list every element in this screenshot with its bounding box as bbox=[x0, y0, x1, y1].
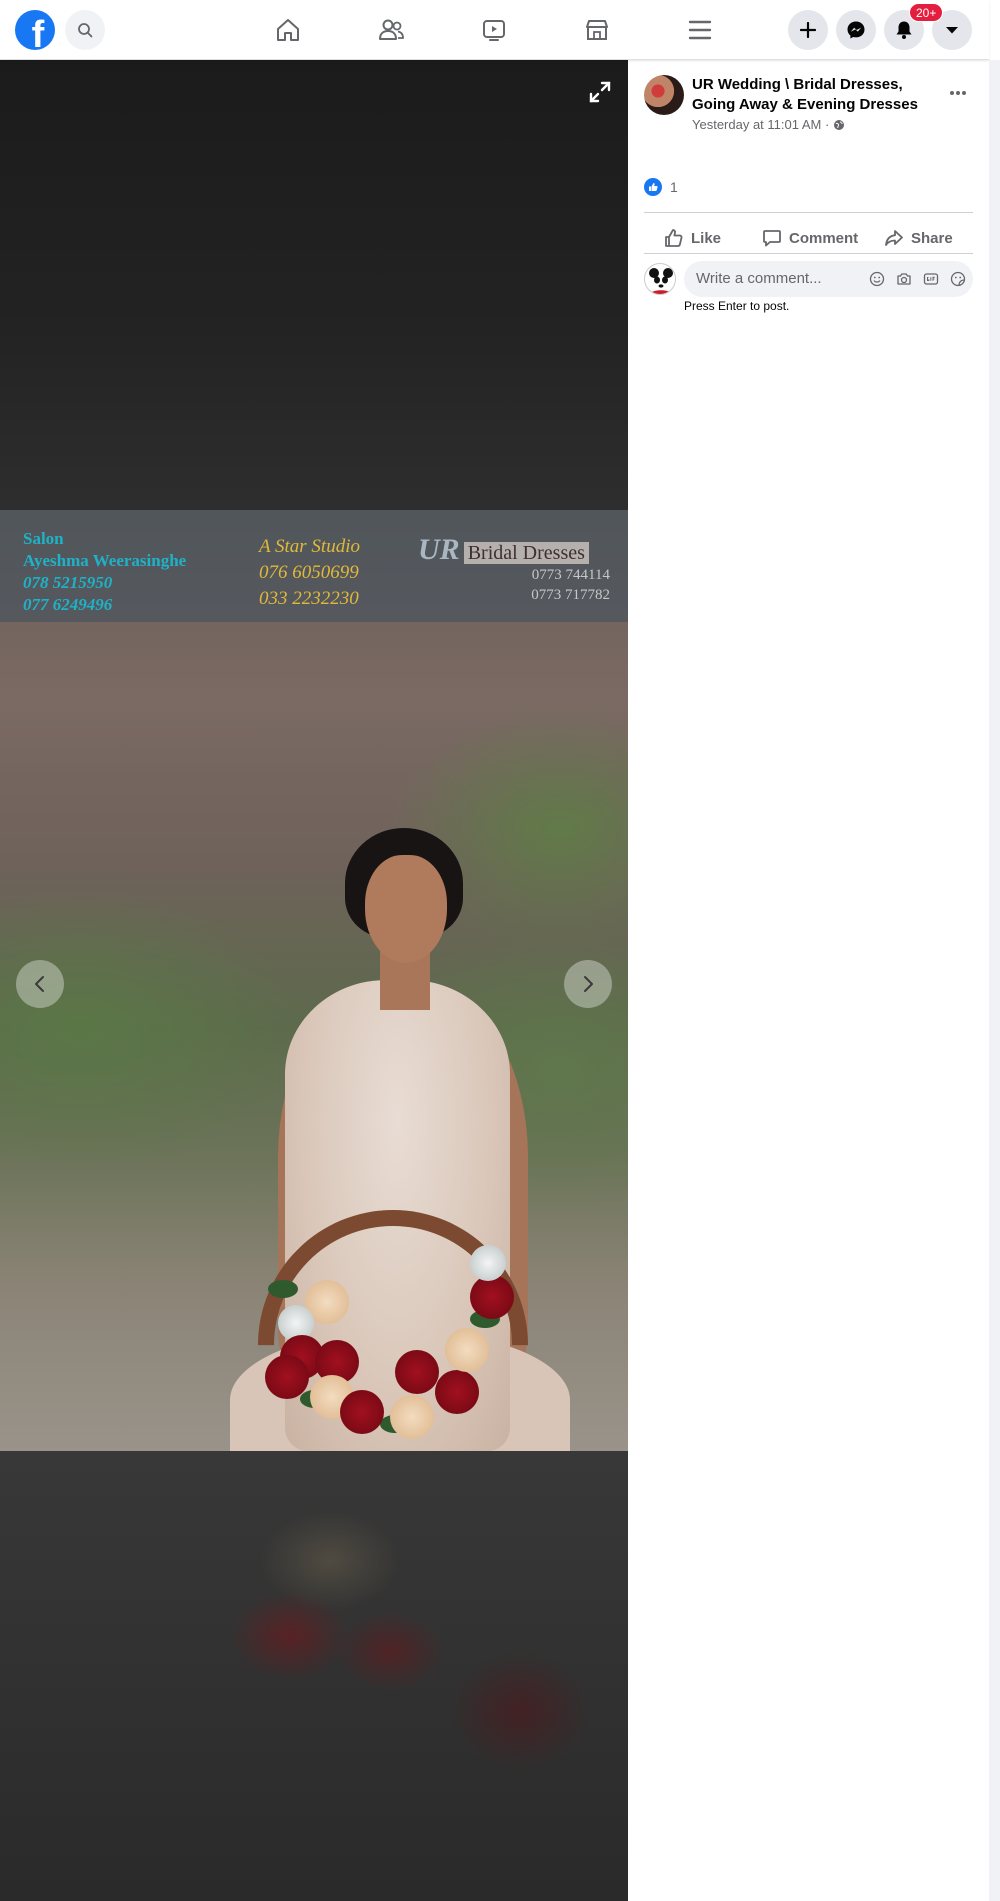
bell-icon bbox=[896, 21, 912, 39]
watermark-brand-logo: UR Bridal Dresses bbox=[418, 535, 589, 565]
search-button[interactable] bbox=[65, 10, 105, 50]
share-icon bbox=[885, 230, 903, 246]
comment-button[interactable]: Comment bbox=[762, 220, 858, 256]
nav-tab-watch[interactable] bbox=[464, 10, 524, 50]
comment-input[interactable]: Write a comment... bbox=[684, 261, 973, 297]
photo-viewer: Salon Ayeshma Weerasinghe 078 5215950 07… bbox=[0, 60, 628, 1901]
camera-icon[interactable] bbox=[895, 270, 913, 288]
blurred-background-bottom bbox=[0, 1451, 628, 1901]
facebook-logo-icon[interactable]: f bbox=[15, 10, 55, 50]
fullscreen-button[interactable] bbox=[584, 76, 616, 108]
menu-icon bbox=[688, 20, 712, 40]
divider bbox=[644, 253, 973, 254]
gif-icon[interactable] bbox=[922, 270, 940, 288]
post-timestamp[interactable]: Yesterday at 11:01 AM · bbox=[692, 117, 845, 132]
like-reaction-icon bbox=[644, 178, 662, 196]
notification-count-badge: 20+ bbox=[909, 3, 944, 22]
globe-icon bbox=[834, 119, 845, 130]
emoji-icon[interactable] bbox=[868, 270, 886, 288]
thumbs-up-icon bbox=[665, 229, 683, 247]
marketplace-icon bbox=[586, 20, 608, 40]
search-icon bbox=[78, 23, 93, 38]
more-options-icon bbox=[950, 91, 966, 95]
home-icon bbox=[277, 19, 299, 41]
next-photo-button[interactable] bbox=[564, 960, 612, 1008]
bridal-dress-photo: Salon Ayeshma Weerasinghe 078 5215950 07… bbox=[0, 510, 628, 1451]
nav-tab-home[interactable] bbox=[258, 10, 318, 50]
watermark-studio-text: A Star Studio 076 6050699 033 2232230 bbox=[259, 536, 360, 609]
chevron-right-icon bbox=[584, 976, 593, 992]
watermark-brand-phones: 0773 744114 0773 717782 bbox=[531, 567, 610, 603]
create-button[interactable] bbox=[788, 10, 828, 50]
page-avatar[interactable] bbox=[644, 75, 684, 115]
bride-face bbox=[365, 855, 447, 963]
divider bbox=[644, 212, 973, 213]
caret-down-icon bbox=[946, 27, 958, 34]
friends-icon bbox=[379, 19, 404, 40]
messenger-button[interactable] bbox=[836, 10, 876, 50]
post-details-panel: UR Wedding \ Bridal Dresses, Going Away … bbox=[628, 60, 989, 1901]
watch-icon bbox=[483, 20, 505, 41]
press-enter-hint: Press Enter to post. bbox=[684, 299, 790, 313]
blurred-background-top bbox=[0, 60, 628, 510]
nav-tab-marketplace[interactable] bbox=[567, 10, 627, 50]
post-options-button[interactable] bbox=[940, 78, 976, 108]
reaction-count: 1 bbox=[670, 179, 678, 195]
chevron-left-icon bbox=[35, 976, 44, 992]
page-name-link[interactable]: UR Wedding \ Bridal Dresses, Going Away … bbox=[692, 75, 932, 115]
comment-icon bbox=[763, 230, 781, 247]
messenger-icon bbox=[847, 21, 865, 39]
expand-icon bbox=[589, 81, 611, 103]
like-button[interactable]: Like bbox=[664, 220, 721, 256]
comment-placeholder: Write a comment... bbox=[696, 270, 822, 287]
user-avatar[interactable] bbox=[644, 263, 676, 295]
previous-photo-button[interactable] bbox=[16, 960, 64, 1008]
sticker-icon[interactable] bbox=[949, 270, 967, 288]
watermark-salon-text: Salon Ayeshma Weerasinghe 078 5215950 07… bbox=[23, 529, 187, 614]
reactions-summary[interactable]: 1 bbox=[644, 178, 678, 196]
top-navigation-bar: f 20+ bbox=[0, 0, 989, 60]
nav-tab-friends[interactable] bbox=[361, 10, 421, 50]
page-scrollbar[interactable] bbox=[989, 60, 1000, 1901]
share-button[interactable]: Share bbox=[884, 220, 953, 256]
nav-tab-menu[interactable] bbox=[670, 10, 730, 50]
plus-icon bbox=[800, 22, 816, 38]
